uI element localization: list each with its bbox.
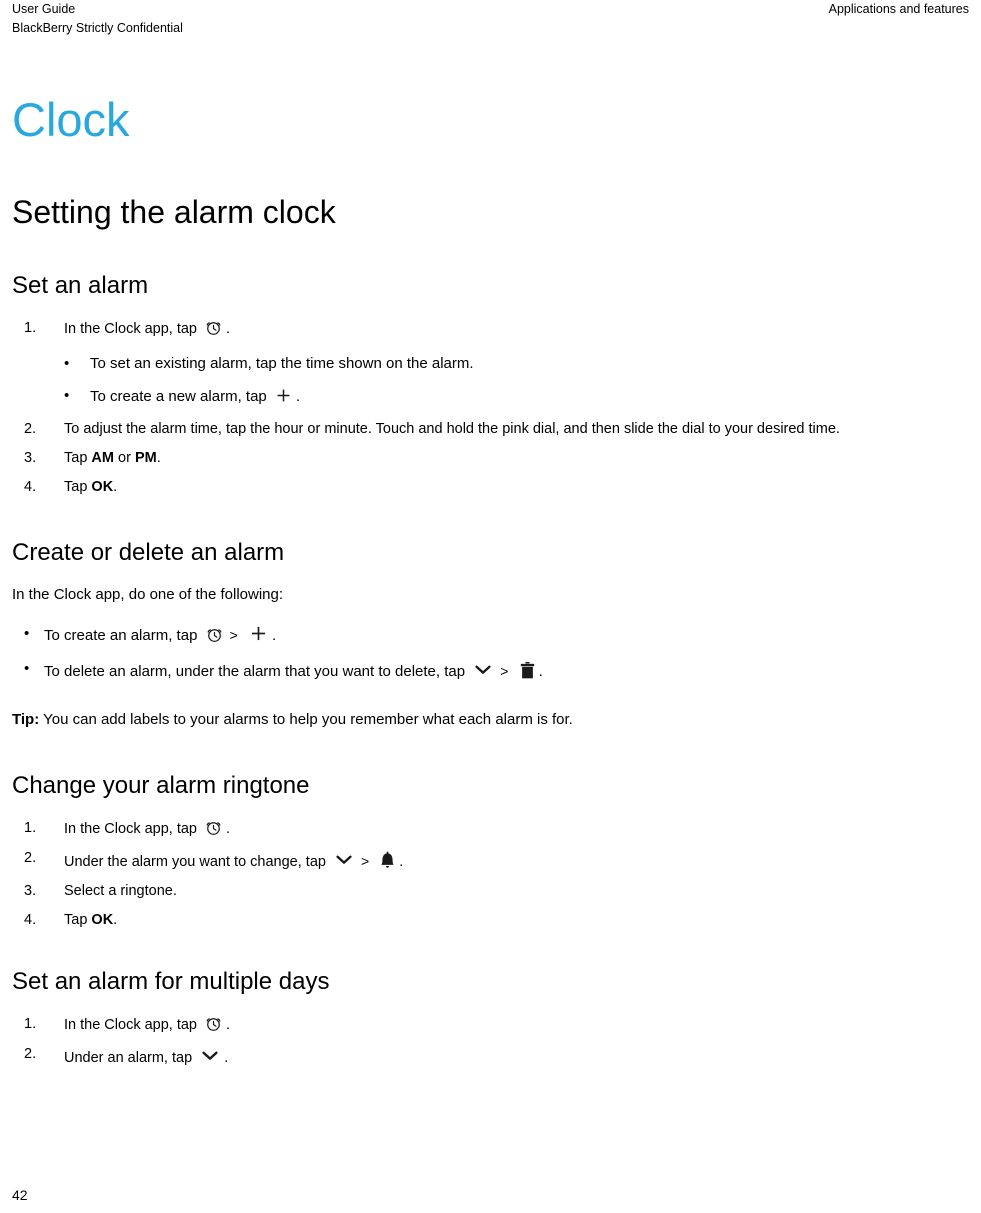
list-item: 2. To adjust the alarm time, tap the hour… — [12, 419, 969, 439]
step-text-tail: . — [224, 1050, 229, 1066]
document-page: User Guide BlackBerry Strictly Confident… — [0, 0, 981, 1213]
alarm-clock-icon — [204, 1014, 223, 1033]
bullet-text-tail: . — [271, 627, 277, 644]
list-item: 1. In the Clock app, tap . • To set an exi… — [12, 318, 969, 407]
section-heading-change-your-alarm-ringtone: Change your alarm ringtone — [12, 772, 310, 799]
step-number: 1. — [24, 1016, 37, 1032]
list-item: 1. In the Clock app, tap . — [12, 818, 969, 839]
list-item: • To create an alarm, tap > . — [12, 623, 969, 646]
list-item: • To create a new alarm, tap . — [64, 386, 969, 407]
separator-chevron: > — [361, 853, 370, 869]
step-number: 3. — [24, 450, 37, 466]
bullet-marker: • — [24, 625, 30, 642]
step-text-tail: . — [156, 450, 161, 466]
list-item: • To delete an alarm, under the alarm tha… — [12, 658, 969, 682]
step-number: 4. — [24, 912, 37, 928]
step-number: 3. — [24, 883, 37, 899]
step-text: To adjust the alarm time, tap the hour o… — [64, 421, 840, 437]
bullet-text-tail: . — [295, 388, 301, 405]
list-item: • To set an existing alarm, tap the time … — [64, 354, 969, 374]
step-text-tail: . — [226, 321, 231, 337]
chevron-down-icon — [472, 658, 494, 680]
step-bold-ok: OK — [91, 912, 114, 928]
plus-icon — [248, 623, 269, 644]
chevron-down-icon — [199, 1044, 221, 1066]
plus-icon — [274, 386, 293, 405]
list-item: 3. Select a ringtone. — [12, 881, 969, 901]
bullet-marker: • — [64, 387, 70, 404]
steps-change-your-alarm-ringtone: 1. In the Clock app, tap . 2. Under the al… — [12, 818, 969, 930]
step-bold-pm: PM — [134, 450, 157, 466]
bullet-text: To create a new alarm, tap — [90, 388, 267, 405]
tip-label: Tip: — [12, 711, 40, 728]
alarm-clock-icon — [205, 625, 224, 644]
step-text: Under an alarm, tap — [64, 1050, 193, 1066]
step-bold-ok: OK — [91, 479, 114, 495]
running-header-confidentiality: BlackBerry Strictly Confidential — [12, 21, 183, 35]
tip-text: You can add labels to your alarms to hel… — [39, 711, 573, 728]
bullets-create-or-delete-an-alarm: • To create an alarm, tap > . • To delete … — [12, 623, 969, 682]
list-item: 4. Tap OK. — [12, 477, 969, 497]
running-header-right: Applications and features — [828, 2, 969, 16]
bullet-marker: • — [24, 660, 30, 677]
running-header-title: User Guide — [12, 2, 76, 16]
step-number: 2. — [24, 850, 37, 866]
step-text-tail: . — [113, 912, 118, 928]
step-text-mid: or — [113, 450, 135, 466]
bullet-text: To create an alarm, tap — [44, 627, 198, 644]
bullet-text: To set an existing alarm, tap the time s… — [90, 355, 474, 372]
subbullets-set-an-alarm: • To set an existing alarm, tap the time … — [64, 354, 969, 407]
step-number: 1. — [24, 320, 37, 336]
chapter-title: Clock — [12, 93, 130, 146]
steps-set-an-alarm: 1. In the Clock app, tap . • To set an exi… — [12, 318, 969, 497]
step-number: 4. — [24, 479, 37, 495]
section-heading-setting-the-alarm-clock: Setting the alarm clock — [12, 194, 336, 230]
step-text: In the Clock app, tap — [64, 1017, 197, 1033]
subsection-heading-set-an-alarm: Set an alarm — [12, 272, 149, 299]
step-text: In the Clock app, tap — [64, 321, 197, 337]
step-text-tail: . — [226, 821, 231, 837]
chevron-down-icon — [333, 848, 355, 870]
alarm-clock-icon — [204, 818, 223, 837]
step-number: 2. — [24, 1046, 37, 1062]
step-text-tail: . — [399, 854, 404, 870]
running-header: User Guide BlackBerry Strictly Confident… — [12, 0, 969, 39]
bullet-text: To delete an alarm, under the alarm that… — [44, 663, 466, 680]
bell-icon — [379, 851, 396, 870]
step-text: Tap — [64, 479, 92, 495]
step-bold-am: AM — [91, 450, 114, 466]
step-number: 1. — [24, 820, 37, 836]
bullet-marker: • — [64, 355, 70, 372]
page-number: 42 — [12, 1187, 28, 1203]
list-item: 4. Tap OK. — [12, 910, 969, 930]
separator-chevron: > — [229, 627, 238, 643]
tip-paragraph: Tip: You can add labels to your alarms t… — [12, 709, 969, 730]
step-number: 2. — [24, 421, 37, 437]
alarm-clock-icon — [204, 318, 223, 337]
list-item: 2. Under an alarm, tap . — [12, 1044, 969, 1068]
step-text-tail: . — [113, 479, 118, 495]
section-heading-create-or-delete-an-alarm: Create or delete an alarm — [12, 539, 285, 566]
step-text: Select a ringtone. — [64, 883, 177, 899]
trash-icon — [519, 661, 536, 680]
step-text-tail: . — [226, 1017, 231, 1033]
list-item: 1. In the Clock app, tap . — [12, 1014, 969, 1035]
list-item: 3. Tap AM or PM. — [12, 448, 969, 468]
bullet-text-tail: . — [538, 663, 543, 680]
steps-set-an-alarm-for-multiple-days: 1. In the Clock app, tap . 2. Under an ala… — [12, 1014, 969, 1068]
step-text: Tap — [64, 912, 92, 928]
list-item: 2. Under the alarm you want to change, ta… — [12, 848, 969, 872]
section-heading-set-an-alarm-for-multiple-days: Set an alarm for multiple days — [12, 968, 330, 995]
running-header-left: User Guide BlackBerry Strictly Confident… — [12, 0, 183, 38]
step-text: Tap — [64, 450, 92, 466]
step-text: In the Clock app, tap — [64, 821, 197, 837]
separator-chevron: > — [500, 663, 509, 679]
step-text: Under the alarm you want to change, tap — [64, 854, 326, 870]
intro-text-create-or-delete: In the Clock app, do one of the followin… — [12, 586, 284, 603]
